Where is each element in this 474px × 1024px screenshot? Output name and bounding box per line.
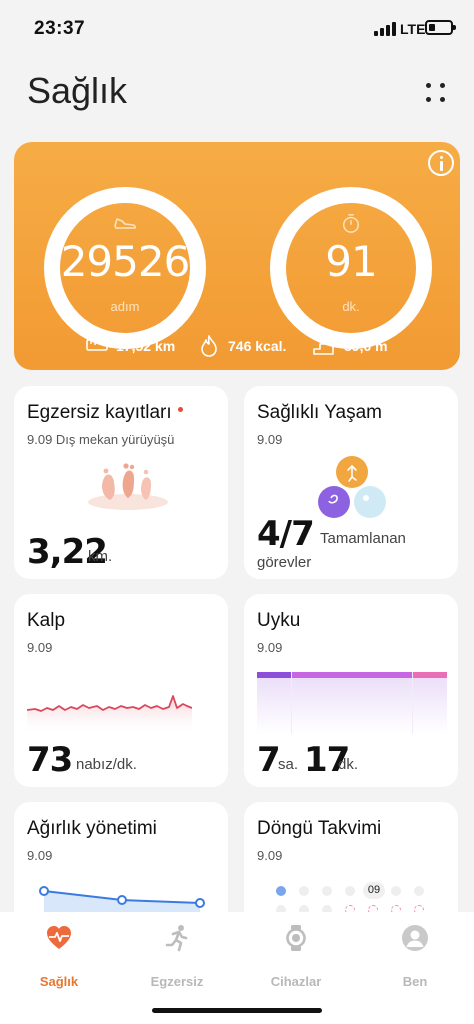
network-type: LTE <box>400 21 426 37</box>
heart-rate-value: 73 <box>27 740 73 780</box>
rem-sleep-segment <box>413 672 447 678</box>
steps-value: 29526 <box>60 237 191 286</box>
stopwatch-icon <box>343 214 359 233</box>
nav-label-exercise: Egzersiz <box>150 974 204 989</box>
exercise-records-tile[interactable]: Egzersiz kayıtları 9.09 Dış mekan yürüyü… <box>14 386 228 579</box>
healthy-living-date: 9.09 <box>257 432 283 447</box>
heart-rate-unit: nabız/dk. <box>76 756 137 773</box>
cycle-calendar-date: 9.09 <box>257 848 283 863</box>
calendar-day-dot <box>322 886 332 896</box>
healthy-living-title: Sağlıklı Yaşam <box>257 402 382 423</box>
activity-summary-card[interactable]: 29526 adım 91 dk. 17,52 km 746 kcal. 39,… <box>14 142 460 370</box>
steps-ring: 29526 adım <box>44 187 206 349</box>
distance-stat: 17,52 km <box>86 333 196 359</box>
exercise-records-subtitle: 9.09 Dış mekan yürüyüşü <box>27 432 175 447</box>
signal-strength-icon <box>374 22 396 36</box>
nav-label-devices: Cihazlar <box>270 974 322 989</box>
nav-tab-devices[interactable]: Cihazlar <box>237 924 355 989</box>
ruler-icon <box>86 339 108 351</box>
cycle-calendar-title: Döngü Takvimi <box>257 818 382 839</box>
tasks-label: görevler <box>257 554 312 571</box>
profile-icon <box>402 925 428 951</box>
floors-value: 39,0 m <box>344 338 388 354</box>
sleep-minutes-unit: dk. <box>338 756 359 773</box>
weight-management-title: Ağırlık yönetimi <box>27 818 157 839</box>
battery-icon <box>425 20 456 35</box>
distance-value: 17,52 km <box>116 338 176 354</box>
summary-stats-row: 17,52 km 746 kcal. 39,0 m <box>14 333 460 359</box>
status-time: 23:37 <box>34 18 86 39</box>
healthy-living-tile[interactable]: Sağlıklı Yaşam 9.09 4/7 Tamamlanan görev… <box>244 386 458 579</box>
stairs-icon <box>313 338 334 355</box>
activity-rings-icon <box>318 456 386 518</box>
watch-icon <box>286 925 306 951</box>
steps-unit: adım <box>110 299 140 314</box>
calendar-day-dot <box>276 886 286 896</box>
heart-rate-title: Kalp <box>27 610 66 631</box>
deep-sleep-segment <box>257 672 291 678</box>
calendar-day-dot <box>299 886 309 896</box>
heart-rate-date: 9.09 <box>27 640 53 655</box>
exercise-distance-unit: km. <box>88 548 113 565</box>
footsteps-illustration <box>88 463 168 510</box>
sleep-hours-value: 7 <box>257 740 281 780</box>
calendar-day-dot <box>414 886 424 896</box>
nav-label-profile: Ben <box>402 974 428 989</box>
calendar-day-dot <box>345 886 355 896</box>
calendar-today: 09 <box>363 882 385 899</box>
active-minutes-unit: dk. <box>342 299 360 314</box>
sleep-date: 9.09 <box>257 640 283 655</box>
completed-label: Tamamlanan <box>320 530 406 547</box>
active-minutes-ring: 91 dk. <box>270 187 432 349</box>
heart-rate-tile[interactable]: Kalp 9.09 73 nabız/dk. <box>14 594 228 787</box>
active-minutes-value: 91 <box>325 237 377 286</box>
sleep-title: Uyku <box>257 610 301 631</box>
nav-tab-exercise[interactable]: Egzersiz <box>118 924 236 989</box>
calories-value: 746 kcal. <box>228 338 287 354</box>
sleep-tile[interactable]: Uyku 9.09 7 sa. 17 dk. <box>244 594 458 787</box>
heart-rate-graph <box>27 695 192 736</box>
calories-stat: 746 kcal. <box>198 333 308 359</box>
status-bar: 23:37 LTE <box>0 0 474 56</box>
exercise-records-title: Egzersiz kayıtları <box>27 402 183 424</box>
shoe-icon <box>114 218 136 229</box>
weight-management-date: 9.09 <box>27 848 53 863</box>
nav-label-health: Sağlık <box>39 974 79 989</box>
info-icon[interactable] <box>428 150 454 176</box>
light-sleep-segment <box>292 672 412 678</box>
new-record-dot <box>177 407 183 413</box>
sleep-chart <box>257 672 447 734</box>
heart-pulse-icon <box>47 926 71 949</box>
page-title: Sağlık <box>27 70 128 111</box>
home-indicator <box>152 1008 322 1013</box>
running-icon <box>165 925 188 952</box>
health-app-screen: 23:37 LTE Sağlık 29526 adım 91 dk. 17,52… <box>0 0 474 1024</box>
nav-tab-health[interactable]: Sağlık <box>0 924 118 989</box>
more-options-button[interactable] <box>420 78 452 108</box>
healthy-living-count: 4/7 <box>257 514 315 554</box>
floors-stat: 39,0 m <box>312 333 422 359</box>
sleep-hours-unit: sa. <box>278 756 299 773</box>
flame-icon <box>201 335 217 357</box>
calendar-day-dot <box>391 886 401 896</box>
nav-tab-profile[interactable]: Ben <box>356 924 474 989</box>
